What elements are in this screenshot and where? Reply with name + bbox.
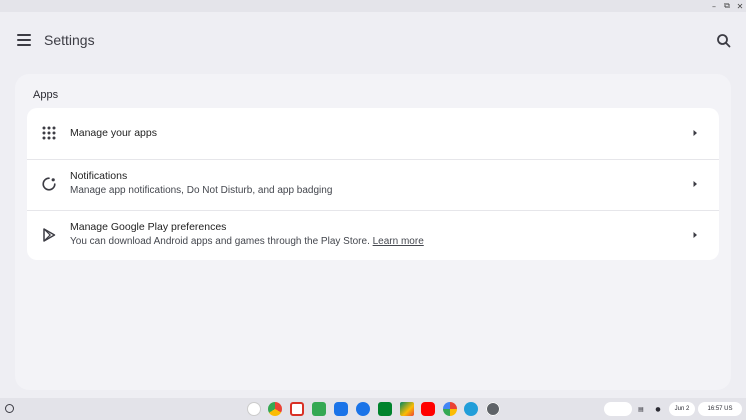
- launcher-button[interactable]: [5, 404, 14, 413]
- search-button[interactable]: [714, 31, 734, 51]
- section-title: Apps: [33, 89, 59, 101]
- menu-button[interactable]: [14, 31, 36, 49]
- clipboard-icon[interactable]: ▤: [636, 402, 646, 416]
- hamburger-menu-icon: [17, 39, 31, 41]
- messages-icon[interactable]: [356, 402, 370, 416]
- apps-card: Manage your apps Notifications Manage ap…: [27, 108, 719, 260]
- page-title: Settings: [44, 32, 95, 48]
- chevron-right-icon: [693, 181, 697, 187]
- close-button[interactable]: ✕: [734, 0, 746, 12]
- chevron-right-icon: [693, 232, 697, 238]
- play-store-icon: [43, 228, 56, 242]
- minimize-button[interactable]: –: [708, 0, 720, 12]
- manage-your-apps-row[interactable]: Manage your apps: [27, 108, 719, 158]
- docs-icon[interactable]: [312, 402, 326, 416]
- shelf: ▤ ● Jun 2 16:57 US: [0, 398, 746, 420]
- locale-text: US: [724, 406, 733, 412]
- chevron-right-icon: [693, 130, 697, 136]
- learn-more-link[interactable]: Learn more: [373, 236, 424, 247]
- notifications-row[interactable]: Notifications Manage app notifications, …: [27, 159, 719, 209]
- photos-icon[interactable]: [443, 402, 457, 416]
- restore-button[interactable]: ⧉: [721, 0, 733, 12]
- settings-icon[interactable]: [486, 402, 500, 416]
- date-pill[interactable]: Jun 2: [669, 402, 695, 416]
- chrome-icon[interactable]: [268, 402, 282, 416]
- row-title: Manage your apps: [70, 127, 157, 139]
- row-title: Notifications: [70, 170, 128, 182]
- hamburger-menu-icon: [17, 34, 31, 36]
- title-bar: – ⧉ ✕: [0, 0, 746, 12]
- youtube-icon[interactable]: [421, 402, 435, 416]
- telegram-icon[interactable]: [464, 402, 478, 416]
- google-play-preferences-row[interactable]: Manage Google Play preferences You can d…: [27, 210, 719, 260]
- time-text: 16:57: [707, 406, 723, 412]
- files-icon[interactable]: [334, 402, 348, 416]
- date-text: Jun 2: [674, 406, 690, 412]
- clock-pill[interactable]: 16:57 US: [698, 402, 742, 416]
- row-subtitle: You can download Android apps and games …: [70, 236, 424, 247]
- apps-section: Apps Manage your apps Notifications Mana…: [15, 74, 731, 390]
- gemini-icon[interactable]: [247, 402, 261, 416]
- gmail-icon[interactable]: [290, 402, 304, 416]
- row-title: Manage Google Play preferences: [70, 221, 227, 233]
- play-store-icon[interactable]: [400, 402, 414, 416]
- info-icon[interactable]: ●: [653, 402, 663, 416]
- row-subtitle: Manage app notifications, Do Not Disturb…: [70, 185, 333, 196]
- row-subtitle-text: You can download Android apps and games …: [70, 236, 370, 247]
- search-icon: [717, 34, 731, 48]
- app-bar: Settings: [0, 12, 746, 68]
- settings-window: – ⧉ ✕ Settings Apps Manage your apps Not…: [0, 0, 746, 398]
- apps-grid-icon: [42, 126, 56, 140]
- meet-icon[interactable]: [378, 402, 392, 416]
- hamburger-menu-icon: [17, 44, 31, 46]
- status-pill[interactable]: [604, 402, 632, 416]
- notifications-icon: [42, 177, 56, 191]
